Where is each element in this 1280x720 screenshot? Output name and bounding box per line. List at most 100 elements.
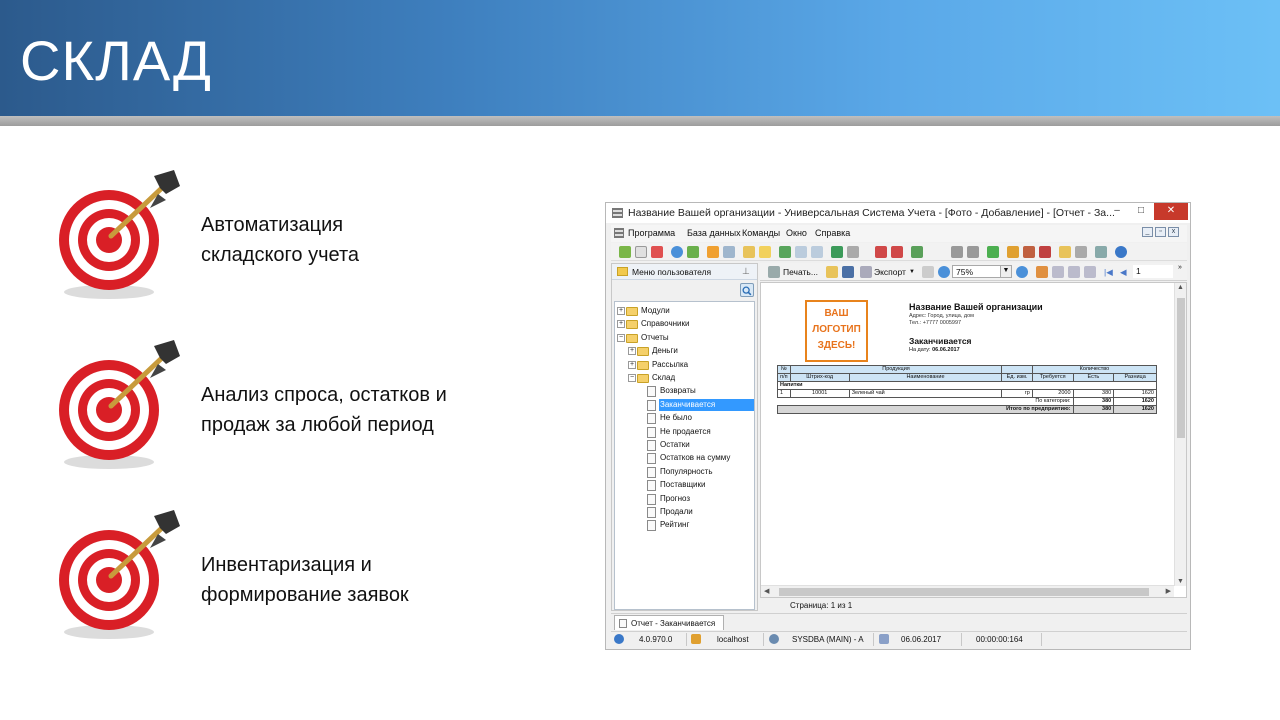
zoom-in-icon[interactable] (1016, 266, 1028, 278)
tree-item-label: Не было (660, 413, 692, 423)
app-icon (612, 208, 623, 218)
share-icon[interactable] (1095, 246, 1107, 258)
panel-title: Меню пользователя (632, 267, 712, 277)
scroll-left-icon[interactable]: ◀ (764, 587, 769, 595)
recycle-icon[interactable] (687, 246, 699, 258)
filter-icon[interactable] (707, 246, 719, 258)
search-icon[interactable] (740, 283, 754, 297)
calendar-icon[interactable] (1059, 246, 1071, 258)
add-folder-icon[interactable] (743, 246, 755, 258)
bullet-text-line1: Автоматизация (201, 214, 344, 236)
new-window-icon[interactable] (875, 246, 887, 258)
mdi-minimize-button[interactable]: _ (1142, 227, 1153, 237)
tree-item-label: Заканчивается (659, 398, 754, 411)
expand-icon[interactable]: + (617, 320, 625, 329)
window-title: Название Вашей организации - Универсальн… (628, 207, 1115, 219)
people-icon[interactable] (1023, 246, 1035, 258)
tree-item-label: Отчеты (641, 332, 669, 342)
report-doc-icon (647, 520, 656, 532)
mdi-restore-button[interactable]: ▫ (1155, 227, 1166, 237)
window-titlebar[interactable]: Название Вашей организации - Универсальн… (606, 203, 1190, 223)
tools-icon[interactable] (951, 246, 963, 258)
menu-database[interactable]: База данных (687, 228, 741, 238)
overflow-icon[interactable]: » (1178, 264, 1182, 271)
lock-icon[interactable] (1007, 246, 1019, 258)
thumbnails-icon[interactable] (1052, 266, 1064, 278)
zoom-icon[interactable] (938, 266, 950, 278)
phone-line: Тел.: +7777 0005997 (909, 320, 962, 326)
first-page-icon[interactable]: |◀ (1104, 267, 1113, 278)
expand-icon[interactable]: + (628, 360, 636, 369)
menu-commands[interactable]: Команды (742, 228, 780, 238)
close-window-icon[interactable] (891, 246, 903, 258)
report-doc-icon (647, 413, 656, 425)
print-icon[interactable] (768, 266, 780, 278)
delete-icon[interactable] (651, 246, 663, 258)
app-menu-icon[interactable] (614, 228, 624, 238)
search-icon[interactable] (671, 246, 683, 258)
print-button[interactable]: Печать... (783, 267, 818, 277)
page-setup-icon[interactable] (922, 266, 934, 278)
horizontal-scrollbar[interactable]: ◀ ▶ (761, 585, 1174, 597)
tab-report[interactable]: Отчет - Заканчивается (614, 615, 724, 630)
note-icon[interactable] (759, 246, 771, 258)
table-header-row: № Продукция Количество (777, 365, 1158, 374)
expand-icon[interactable]: + (617, 307, 625, 315)
user-menu-panel: Меню пользователя ⊥ + Модули + Справочники −… (611, 263, 758, 611)
menu-window[interactable]: Окно (786, 228, 807, 238)
collapse-icon[interactable]: − (617, 333, 625, 342)
report-doc-icon (647, 399, 656, 411)
collapse-icon[interactable]: − (628, 374, 636, 382)
print-icon[interactable] (1075, 246, 1087, 258)
prev-page-icon[interactable]: ◀ (1120, 267, 1127, 278)
link-icon[interactable] (723, 246, 735, 258)
outline-icon[interactable] (1036, 266, 1048, 278)
export-icon[interactable] (860, 266, 872, 278)
vertical-scrollbar[interactable]: ▲ ▼ (1174, 283, 1186, 586)
scroll-thumb[interactable] (779, 588, 1149, 596)
refresh-icon[interactable] (619, 246, 631, 258)
info-icon[interactable] (1115, 246, 1127, 258)
menu-programma[interactable]: Программа (628, 228, 675, 238)
table-icon[interactable] (847, 246, 859, 258)
mdi-close-button[interactable]: x (1168, 227, 1179, 237)
scroll-up-icon[interactable]: ▲ (1177, 284, 1184, 291)
pin-icon[interactable]: ⊥ (742, 266, 750, 277)
copy-icon[interactable] (635, 246, 647, 258)
chevron-down-icon[interactable]: ▼ (1000, 266, 1011, 277)
export-dropdown-icon[interactable]: ▼ (909, 269, 915, 275)
report-toolbar: Печать... Экспорт ▼ 75% ▼ |◀ ◀ 1 » (760, 263, 1187, 281)
collapse-icon[interactable] (795, 246, 807, 258)
minimize-button[interactable]: – (1104, 203, 1130, 220)
col-available: Есть (1072, 373, 1115, 382)
col-name: Наименование (848, 373, 1003, 382)
scroll-thumb[interactable] (1177, 298, 1185, 438)
expand-icon[interactable]: + (628, 347, 636, 356)
scroll-down-icon[interactable]: ▼ (1177, 578, 1184, 585)
report-preview: ВАШ ЛОГОТИП ЗДЕСЬ! Название Вашей органи… (760, 282, 1187, 598)
users-icon[interactable] (911, 246, 923, 258)
export-button[interactable]: Экспорт (874, 267, 906, 277)
bullet-item: Автоматизация складского учета (54, 166, 534, 306)
save-icon[interactable] (842, 266, 854, 278)
page-number-input[interactable]: 1 (1133, 265, 1173, 278)
exit-icon[interactable] (1039, 246, 1051, 258)
zoom-select[interactable]: 75% ▼ (952, 265, 1012, 278)
find-icon[interactable] (1068, 266, 1080, 278)
check-icon[interactable] (987, 246, 999, 258)
menu-tree: + Модули + Справочники − Отчеты + Деньги + Рассыл… (614, 301, 755, 610)
close-button[interactable]: ✕ (1154, 203, 1188, 220)
status-separator (763, 633, 764, 646)
expand-icon[interactable] (811, 246, 823, 258)
maximize-button[interactable]: □ (1128, 203, 1154, 220)
open-icon[interactable] (826, 266, 838, 278)
chart-icon[interactable] (831, 246, 843, 258)
cell-available: 380 (1072, 389, 1115, 398)
wrench-icon[interactable] (967, 246, 979, 258)
fit-page-icon[interactable] (1084, 266, 1096, 278)
status-bar: 4.0.970.0 localhost SYSDBA (MAIN) - A 06… (611, 631, 1187, 646)
import-icon[interactable] (779, 246, 791, 258)
scroll-right-icon[interactable]: ▶ (1166, 587, 1171, 595)
menu-help[interactable]: Справка (815, 228, 850, 238)
folder-icon (626, 320, 638, 330)
